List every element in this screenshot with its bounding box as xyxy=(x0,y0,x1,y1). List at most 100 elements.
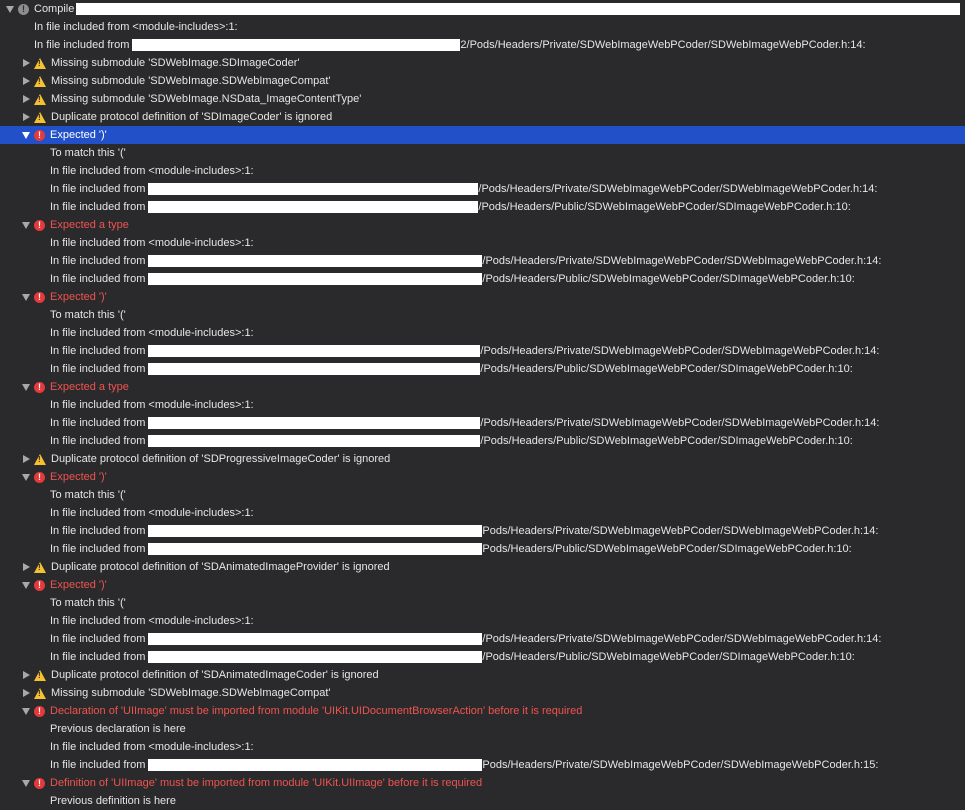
redacted-compile-path xyxy=(76,3,961,15)
issue-detail-row[interactable]: In file included from <module-includes>:… xyxy=(0,324,965,342)
issue-detail-row[interactable]: To match this '(' xyxy=(0,306,965,324)
detail-text: In file included from <module-includes>:… xyxy=(50,237,254,249)
error-issue-row[interactable]: Expected ')' xyxy=(0,288,965,306)
issue-message: Missing submodule 'SDWebImage.NSData_Ima… xyxy=(51,93,362,105)
file-path-suffix: Pods/Headers/Private/SDWebImageWebPCoder… xyxy=(482,525,879,537)
issue-detail-row[interactable]: In file included from/Pods/Headers/Publi… xyxy=(0,432,965,450)
error-issue-row[interactable]: Expected a type xyxy=(0,378,965,396)
disclosure-triangle-right-icon[interactable] xyxy=(19,671,33,679)
warning-issue-row[interactable]: Missing submodule 'SDWebImage.NSData_Ima… xyxy=(0,90,965,108)
issue-detail-row[interactable]: In file included from/Pods/Headers/Publi… xyxy=(0,198,965,216)
compile-label: Compile xyxy=(34,3,75,15)
file-path-suffix: Pods/Headers/Public/SDWebImageWebPCoder/… xyxy=(482,543,852,555)
compile-status-icon xyxy=(18,3,29,15)
detail-text: In file included from <module-includes>:… xyxy=(50,165,254,177)
issue-detail-row[interactable]: To match this '(' xyxy=(0,594,965,612)
warning-icon xyxy=(34,75,46,87)
error-issue-row[interactable]: Expected ')' xyxy=(0,126,965,144)
issue-detail-row[interactable]: In file included from Pods/Headers/Public… xyxy=(0,540,965,558)
disclosure-triangle-down-icon[interactable] xyxy=(19,473,33,481)
error-issue-row[interactable]: Expected ')' xyxy=(0,576,965,594)
disclosure-triangle-right-icon[interactable] xyxy=(19,689,33,697)
error-icon xyxy=(34,579,45,591)
issue-detail-row[interactable]: In file included from/Pods/Headers/Publi… xyxy=(0,648,965,666)
issue-detail-row[interactable]: In file included from <module-includes>:… xyxy=(0,738,965,756)
redacted-path xyxy=(148,651,483,663)
issue-detail-row[interactable]: To match this '(' xyxy=(0,144,965,162)
issue-detail-row[interactable]: In file included from <module-includes>:… xyxy=(0,612,965,630)
disclosure-triangle-down-icon[interactable] xyxy=(19,221,33,229)
compile-group-header[interactable]: Compile xyxy=(0,0,965,18)
disclosure-triangle-right-icon[interactable] xyxy=(19,113,33,121)
issue-detail-row[interactable]: In file included from/Pods/Headers/Publi… xyxy=(0,270,965,288)
issue-detail-row[interactable]: To match this '(' xyxy=(0,486,965,504)
issue-detail-row[interactable]: In file included from <module-includes>:… xyxy=(0,504,965,522)
issue-detail-row[interactable]: In file included from Pods/Headers/Privat… xyxy=(0,756,965,774)
error-icon xyxy=(34,219,45,231)
detail-text: In file included from <module-includes>:… xyxy=(50,741,254,753)
issue-detail-row[interactable]: In file included from <module-includes>:… xyxy=(0,396,965,414)
warning-issue-row[interactable]: Missing submodule 'SDWebImage.SDWebImage… xyxy=(0,72,965,90)
warning-issue-row[interactable]: Duplicate protocol definition of 'SDAnim… xyxy=(0,558,965,576)
detail-text: In file included from <module-includes>:… xyxy=(50,507,254,519)
file-path-suffix: /Pods/Headers/Private/SDWebImageWebPCode… xyxy=(482,255,882,267)
issue-detail-row[interactable]: In file included from/Pods/Headers/Publi… xyxy=(0,360,965,378)
disclosure-triangle-icon[interactable] xyxy=(3,5,17,13)
disclosure-triangle-right-icon[interactable] xyxy=(19,77,33,85)
issue-detail-row[interactable]: In file included from/Pods/Headers/Priva… xyxy=(0,414,965,432)
detail-text: In file included from xyxy=(50,525,146,537)
detail-text: In file included from xyxy=(50,201,146,213)
disclosure-triangle-down-icon[interactable] xyxy=(19,383,33,391)
warning-issue-row[interactable]: Duplicate protocol definition of 'SDImag… xyxy=(0,108,965,126)
disclosure-triangle-down-icon[interactable] xyxy=(19,293,33,301)
issue-detail-row[interactable]: In file included from 2/Pods/Headers/Priv… xyxy=(0,36,965,54)
issue-detail-row[interactable]: In file included from Pods/Headers/Privat… xyxy=(0,522,965,540)
file-path-suffix: /Pods/Headers/Private/SDWebImageWebPCode… xyxy=(482,633,882,645)
detail-text: In file included from xyxy=(50,435,146,447)
issue-detail-row[interactable]: In file included from/Pods/Headers/Priva… xyxy=(0,630,965,648)
warning-icon xyxy=(34,453,46,465)
issue-detail-row[interactable]: In file included from <module-includes>:… xyxy=(0,18,965,36)
warning-icon xyxy=(34,57,46,69)
issue-detail-row[interactable]: In file included from/Pods/Headers/Priva… xyxy=(0,180,965,198)
warning-issue-row[interactable]: Duplicate protocol definition of 'SDAnim… xyxy=(0,666,965,684)
detail-text: In file included from <module-includes>:… xyxy=(50,615,254,627)
issue-message: Expected ')' xyxy=(50,579,107,591)
warning-issue-row[interactable]: Missing submodule 'SDWebImage.SDImageCod… xyxy=(0,54,965,72)
issue-navigator: Compile In file included from <module-in… xyxy=(0,0,965,810)
warning-issue-row[interactable]: Duplicate protocol definition of 'SDProg… xyxy=(0,450,965,468)
disclosure-triangle-right-icon[interactable] xyxy=(19,59,33,67)
warning-issue-row[interactable]: Missing submodule 'SDWebImage.SDWebImage… xyxy=(0,684,965,702)
error-icon xyxy=(34,471,45,483)
detail-text: To match this '(' xyxy=(50,147,126,159)
issue-detail-row[interactable]: Previous declaration is here xyxy=(0,720,965,738)
issue-detail-row[interactable]: Previous definition is here xyxy=(0,792,965,810)
disclosure-triangle-down-icon[interactable] xyxy=(19,581,33,589)
disclosure-triangle-right-icon[interactable] xyxy=(19,95,33,103)
warning-icon xyxy=(34,669,46,681)
issue-message: Missing submodule 'SDWebImage.SDWebImage… xyxy=(51,687,331,699)
file-path-suffix: /Pods/Headers/Public/SDWebImageWebPCoder… xyxy=(480,363,853,375)
detail-text: In file included from xyxy=(50,417,146,429)
error-issue-row[interactable]: Expected a type xyxy=(0,216,965,234)
detail-text: In file included from xyxy=(50,651,146,663)
file-path-suffix: Pods/Headers/Private/SDWebImageWebPCoder… xyxy=(482,759,879,771)
detail-text: In file included from <module-includes>:… xyxy=(50,327,254,339)
issue-detail-row[interactable]: In file included from/Pods/Headers/Priva… xyxy=(0,252,965,270)
disclosure-triangle-down-icon[interactable] xyxy=(19,779,33,787)
disclosure-triangle-right-icon[interactable] xyxy=(19,455,33,463)
issue-detail-row[interactable]: In file included from <module-includes>:… xyxy=(0,234,965,252)
issue-message: Duplicate protocol definition of 'SDImag… xyxy=(51,111,333,123)
issue-detail-row[interactable]: In file included from <module-includes>:… xyxy=(0,162,965,180)
issue-detail-row[interactable]: In file included from/Pods/Headers/Priva… xyxy=(0,342,965,360)
warning-icon xyxy=(34,687,46,699)
issue-message: Duplicate protocol definition of 'SDAnim… xyxy=(51,669,379,681)
disclosure-triangle-down-icon[interactable] xyxy=(19,131,33,139)
error-issue-row[interactable]: Definition of 'UIImage' must be imported… xyxy=(0,774,965,792)
disclosure-triangle-down-icon[interactable] xyxy=(19,707,33,715)
error-issue-row[interactable]: Declaration of 'UIImage' must be importe… xyxy=(0,702,965,720)
error-icon xyxy=(34,291,45,303)
disclosure-triangle-right-icon[interactable] xyxy=(19,563,33,571)
redacted-path xyxy=(148,759,483,771)
error-issue-row[interactable]: Expected ')' xyxy=(0,468,965,486)
